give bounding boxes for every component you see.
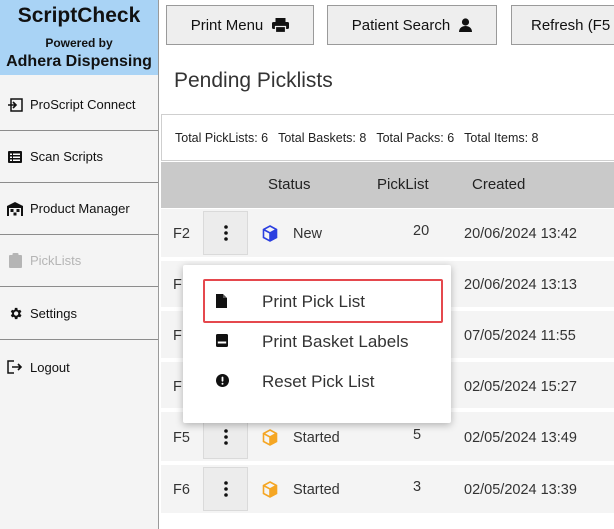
list-icon: [6, 149, 24, 165]
sidebar-item-label: Settings: [30, 306, 77, 321]
row-fkey: F: [173, 277, 182, 293]
kebab-icon: [223, 429, 228, 445]
user-icon: [459, 18, 473, 32]
table-row[interactable]: F6 Started 3 02/05/2024 13:39: [161, 465, 614, 515]
sidebar-item-label: PickLists: [30, 253, 82, 268]
row-status: Started: [293, 482, 340, 498]
highlight-annotation: [203, 279, 443, 323]
row-picklist: 3: [413, 479, 422, 495]
gear-icon: [6, 306, 24, 322]
sidebar-item-label: Logout: [30, 359, 70, 375]
patient-search-label: Patient Search: [351, 16, 451, 34]
row-created: 07/05/2024 11:55: [464, 328, 576, 344]
row-created: 20/06/2024 13:13: [464, 277, 577, 293]
print-menu-label: Print Menu: [190, 16, 264, 34]
page-title: Pending Picklists: [174, 69, 333, 92]
row-fkey: F5: [173, 430, 190, 446]
total-picklists: Total PickLists: 6: [175, 130, 269, 145]
menu-item-label: Print Basket Labels: [262, 332, 409, 351]
row-fkey: F: [173, 328, 182, 344]
brand-name: ScriptCheck: [17, 4, 141, 27]
printer-icon: [272, 17, 290, 33]
menu-item-print-basket-labels[interactable]: Print Basket Labels: [183, 322, 451, 362]
sidebar-item-product-manager[interactable]: Product Manager: [0, 183, 158, 235]
refresh-label: Refresh (F5: [531, 16, 611, 34]
login-arrow-icon: [6, 97, 24, 113]
sidebar-item-picklists[interactable]: PickLists: [0, 235, 158, 287]
warehouse-icon: [6, 201, 24, 217]
brand-company: Adhera Dispensing: [6, 53, 152, 70]
column-header-status[interactable]: Status: [268, 176, 311, 193]
sidebar-item-label: Product Manager: [30, 201, 130, 216]
total-packs: Total Packs: 6: [376, 130, 455, 145]
alert-icon: [216, 374, 229, 387]
row-fkey: F6: [173, 482, 190, 498]
sidebar-item-scan-scripts[interactable]: Scan Scripts: [0, 131, 158, 183]
row-actions-button[interactable]: [203, 467, 248, 511]
column-header-created[interactable]: Created: [472, 176, 525, 193]
row-fkey: F2: [173, 226, 190, 242]
label-icon: [216, 334, 228, 347]
sidebar-item-settings[interactable]: Settings: [0, 288, 158, 340]
row-picklist: 20: [413, 223, 430, 239]
sidebar-item-logout[interactable]: Logout: [0, 341, 158, 393]
row-status: New: [293, 226, 323, 242]
totals-bar: Total PickLists: 6 Total Baskets: 8 Tota…: [161, 114, 614, 161]
row-created: 02/05/2024 13:39: [464, 482, 577, 498]
row-created: 02/05/2024 13:49: [464, 430, 577, 446]
row-actions-button[interactable]: [203, 211, 248, 255]
sidebar: ScriptCheck Powered by Adhera Dispensing…: [0, 0, 159, 529]
row-created: 02/05/2024 15:27: [464, 379, 577, 395]
print-menu-button[interactable]: Print Menu: [166, 5, 314, 45]
row-status: Started: [293, 430, 340, 446]
cube-icon-orange: [262, 429, 278, 450]
brand-powered-by: Powered by: [45, 36, 113, 50]
total-items: Total Items: 8: [464, 130, 539, 145]
logout-icon: [6, 359, 24, 375]
menu-item-reset-pick-list[interactable]: Reset Pick List: [183, 362, 451, 402]
refresh-button[interactable]: Refresh (F5: [511, 5, 614, 45]
total-baskets: Total Baskets: 8: [278, 130, 367, 145]
sidebar-item-label: ProScript Connect: [30, 97, 136, 112]
table-header: Status PickList Created: [161, 162, 614, 208]
row-picklist: 5: [413, 427, 422, 443]
cube-icon-orange: [262, 481, 278, 502]
menu-item-label: Reset Pick List: [262, 372, 375, 391]
row-fkey: F: [173, 379, 182, 395]
patient-search-button[interactable]: Patient Search: [327, 5, 497, 45]
row-created: 20/06/2024 13:42: [464, 226, 577, 242]
kebab-icon: [223, 481, 228, 497]
cube-icon-blue: [262, 225, 278, 246]
kebab-icon: [223, 225, 228, 241]
column-header-picklist[interactable]: PickList: [377, 176, 429, 193]
sidebar-item-label: Scan Scripts: [30, 149, 103, 164]
sidebar-item-proscript-connect[interactable]: ProScript Connect: [0, 79, 158, 131]
clipboard-icon: [6, 253, 24, 269]
table-row[interactable]: F2 New 20 20/06/2024 13:42: [161, 209, 614, 259]
brand-header: ScriptCheck Powered by Adhera Dispensing: [0, 0, 158, 75]
